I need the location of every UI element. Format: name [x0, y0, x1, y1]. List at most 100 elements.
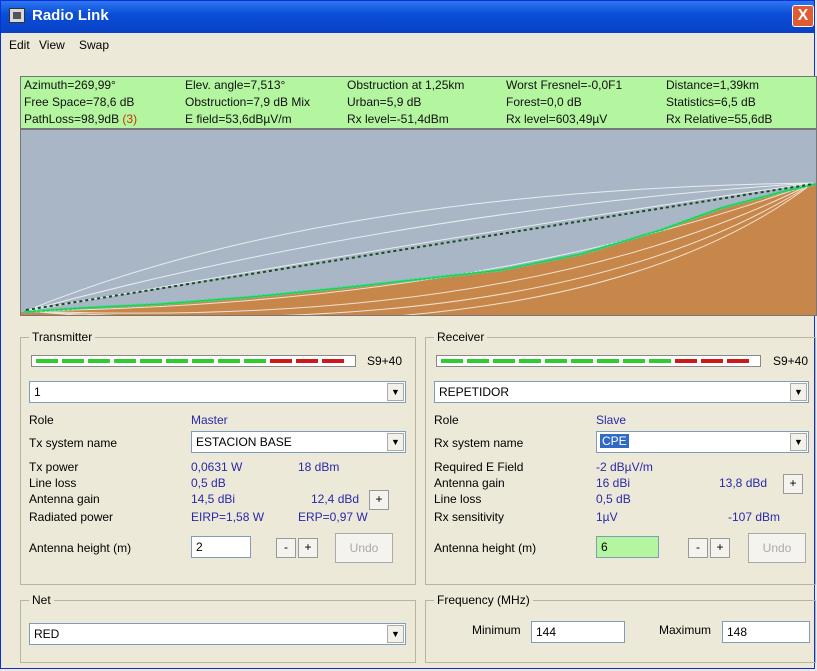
- transmitter-label: Transmitter: [29, 330, 96, 344]
- rx-level-dbm: Rx level=-51,4dBm: [347, 112, 449, 126]
- net-select[interactable]: RED ▼: [29, 623, 406, 645]
- rx-level-uv: Rx level=603,49µV: [506, 112, 608, 126]
- tx-meter-seg: [88, 359, 110, 363]
- tx-system-name-value: ESTACION BASE: [196, 435, 292, 449]
- path-loss-value: PathLoss=98,9dB: [24, 112, 120, 126]
- tx-power-w: 0,0631 W: [191, 460, 243, 474]
- tx-role-value: Master: [191, 413, 228, 427]
- net-value: RED: [34, 627, 60, 641]
- rx-relative: Rx Relative=55,6dB: [666, 112, 773, 126]
- menu-view[interactable]: View: [39, 38, 65, 52]
- tx-meter-seg: [270, 359, 292, 363]
- rx-height-plus-button[interactable]: +: [710, 538, 730, 558]
- terrain-profile[interactable]: [20, 129, 817, 316]
- rx-meter-seg: [467, 359, 489, 363]
- tx-role-label: Role: [29, 413, 54, 427]
- rx-role-label: Role: [434, 413, 459, 427]
- tx-power-dbm: 18 dBm: [298, 460, 340, 474]
- receiver-label: Receiver: [434, 330, 488, 344]
- rx-meter-seg: [727, 359, 749, 363]
- link-summary-panel: Azimuth=269,99° Elev. angle=7,513° Obstr…: [20, 76, 817, 129]
- chevron-down-icon[interactable]: ▼: [387, 625, 404, 643]
- tx-antenna-height-input[interactable]: 2: [191, 536, 251, 558]
- tx-antenna-gain-dbi: 14,5 dBi: [191, 492, 236, 506]
- tx-antenna-gain-label: Antenna gain: [29, 492, 100, 506]
- tx-meter-seg: [192, 359, 214, 363]
- rx-antenna-gain-dbd: 13,8 dBd: [719, 476, 768, 490]
- tx-meter-seg: [114, 359, 136, 363]
- tx-meter-label: S9+40: [367, 354, 403, 368]
- tx-line-loss-value: 0,5 dB: [191, 476, 226, 490]
- frequency-group: Frequency (MHz) Minimum 144 Maximum 148: [425, 593, 816, 663]
- tx-antenna-height-value: 2: [196, 540, 203, 554]
- rx-line-loss-label: Line loss: [434, 492, 482, 506]
- rx-signal-meter: [436, 355, 761, 367]
- rx-required-field-label: Required E Field: [434, 460, 524, 474]
- rx-undo-button[interactable]: Undo: [748, 533, 806, 563]
- rx-meter-seg: [597, 359, 619, 363]
- rx-meter-seg: [493, 359, 515, 363]
- tx-meter-seg: [36, 359, 58, 363]
- rx-system-value: REPETIDOR: [439, 385, 510, 399]
- rx-meter-label: S9+40: [773, 354, 809, 368]
- rx-system-select[interactable]: REPETIDOR ▼: [434, 381, 809, 403]
- tx-radiated-power-label: Radiated power: [29, 510, 114, 524]
- app-icon: [9, 8, 25, 23]
- title-bar[interactable]: Radio Link X: [1, 1, 814, 33]
- rx-meter-seg: [701, 359, 723, 363]
- frequency-label: Frequency (MHz): [434, 593, 533, 607]
- tx-power-label: Tx power: [29, 460, 79, 474]
- tx-antenna-gain-plus-button[interactable]: +: [369, 490, 389, 510]
- chevron-down-icon[interactable]: ▼: [387, 433, 404, 451]
- rx-meter-seg: [649, 359, 671, 363]
- close-button[interactable]: X: [792, 5, 814, 27]
- rx-antenna-height-input[interactable]: 6: [596, 536, 659, 558]
- tx-meter-seg: [62, 359, 84, 363]
- rx-system-name-label: Rx system name: [434, 436, 524, 450]
- tx-meter-seg: [218, 359, 240, 363]
- menu-swap[interactable]: Swap: [79, 38, 109, 52]
- distance: Distance=1,39km: [666, 78, 760, 92]
- chevron-down-icon[interactable]: ▼: [790, 433, 807, 451]
- rx-system-name-select[interactable]: CPE ▼: [596, 431, 809, 453]
- chevron-down-icon[interactable]: ▼: [790, 383, 807, 401]
- tx-system-name-select[interactable]: ESTACION BASE ▼: [191, 431, 406, 453]
- tx-meter-seg: [140, 359, 162, 363]
- tx-system-select[interactable]: 1 ▼: [29, 381, 406, 403]
- tx-signal-meter: [31, 355, 356, 367]
- rx-antenna-gain-dbi: 16 dBi: [596, 476, 631, 490]
- rx-meter-seg: [519, 359, 541, 363]
- rx-meter-seg: [441, 359, 463, 363]
- rx-meter-seg: [571, 359, 593, 363]
- tx-eirp: EIRP=1,58 W: [191, 510, 265, 524]
- tx-undo-button[interactable]: Undo: [335, 533, 393, 563]
- radio-link-window: Radio Link X Edit View Swap Azimuth=269,…: [0, 0, 817, 669]
- frequency-max-input[interactable]: 148: [722, 621, 810, 643]
- rx-line-loss-value: 0,5 dB: [596, 492, 631, 506]
- menu-edit[interactable]: Edit: [9, 38, 30, 52]
- menu-bar: Edit View Swap: [1, 33, 814, 57]
- rx-antenna-height-label: Antenna height (m): [434, 541, 537, 555]
- frequency-min-input[interactable]: 144: [531, 621, 625, 643]
- obstruction-loss: Obstruction=7,9 dB Mix: [185, 95, 311, 109]
- rx-antenna-gain-plus-button[interactable]: +: [783, 474, 803, 494]
- rx-height-minus-button[interactable]: -: [688, 538, 708, 558]
- azimuth: Azimuth=269,99°: [24, 78, 116, 92]
- chevron-down-icon[interactable]: ▼: [387, 383, 404, 401]
- transmitter-group: Transmitter S9+40 1 ▼ Role Master Tx sys…: [20, 330, 416, 585]
- tx-meter-seg: [244, 359, 266, 363]
- tx-height-minus-button[interactable]: -: [276, 538, 296, 558]
- tx-height-plus-button[interactable]: +: [298, 538, 318, 558]
- receiver-group: Receiver S9+40 REPETIDOR ▼ Role Slave Rx…: [425, 330, 816, 585]
- obstruction-distance: Obstruction at 1,25km: [347, 78, 465, 92]
- path-loss-flag: (3): [122, 112, 138, 126]
- tx-erp: ERP=0,97 W: [298, 510, 368, 524]
- net-label: Net: [29, 593, 54, 607]
- rx-sensitivity-dbm: -107 dBm: [728, 510, 781, 524]
- tx-system-value: 1: [34, 385, 41, 399]
- rx-role-value: Slave: [596, 413, 627, 427]
- rx-antenna-gain-label: Antenna gain: [434, 476, 505, 490]
- frequency-max-label: Maximum: [659, 623, 712, 637]
- rx-sensitivity-uv: 1µV: [596, 510, 618, 524]
- tx-antenna-height-label: Antenna height (m): [29, 541, 132, 555]
